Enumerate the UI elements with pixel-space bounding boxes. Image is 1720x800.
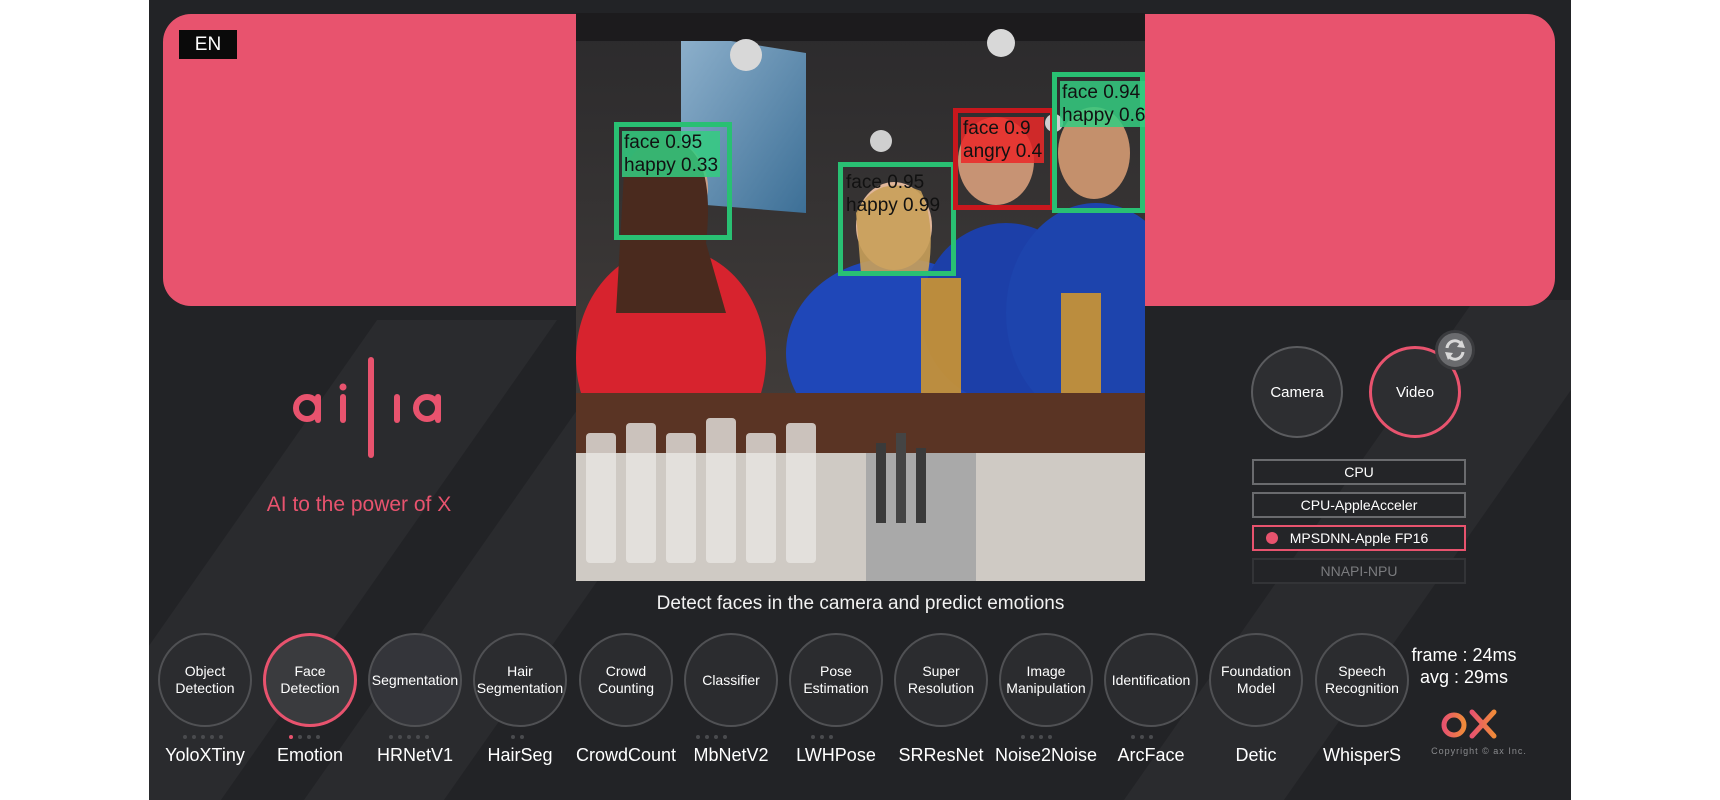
- emotion-score: happy 0.63: [1062, 105, 1145, 126]
- model-name-yoloxtiny[interactable]: YoloXTiny: [150, 745, 260, 766]
- refresh-glyph: [1445, 339, 1465, 361]
- task-object-detection[interactable]: Object Detection: [158, 633, 252, 727]
- copyright-text: Copyright © ax Inc.: [1431, 746, 1527, 756]
- model-page-dots: [511, 735, 524, 741]
- face-score: face 0.95: [846, 172, 925, 193]
- refresh-icon[interactable]: [1435, 330, 1475, 370]
- task-speech-recognition[interactable]: Speech Recognition: [1315, 633, 1409, 727]
- language-button[interactable]: EN: [179, 30, 237, 59]
- detection-label: face 0.9 angry 0.4: [961, 117, 1045, 163]
- backend-cpu[interactable]: CPU: [1252, 459, 1466, 485]
- detection-label: face 0.94 happy 0.63: [1060, 81, 1145, 127]
- camera-button[interactable]: Camera: [1251, 346, 1343, 438]
- face-box: face 0.95 happy 0.33: [614, 122, 732, 240]
- model-name-hairseg[interactable]: HairSeg: [465, 745, 575, 766]
- average-time: avg : 29ms: [1419, 667, 1509, 687]
- model-description: Detect faces in the camera and predict e…: [656, 593, 1065, 614]
- model-name-arcface[interactable]: ArcFace: [1096, 745, 1206, 766]
- task-crowd-counting[interactable]: Crowd Counting: [579, 633, 673, 727]
- face-score: face 0.94: [1062, 82, 1141, 103]
- model-page-dots: [696, 735, 727, 741]
- task-pose-estimation[interactable]: Pose Estimation: [789, 633, 883, 727]
- backend-label: MPSDNN-Apple FP16: [1289, 530, 1429, 546]
- selected-indicator-icon: [1266, 532, 1278, 544]
- face-box: face 0.9 angry 0.4: [953, 108, 1055, 210]
- task-foundation-model[interactable]: Foundation Model: [1209, 633, 1303, 727]
- task-classifier[interactable]: Classifier: [684, 633, 778, 727]
- task-image-manipulation[interactable]: Image Manipulation: [999, 633, 1093, 727]
- backend-mpsdnn[interactable]: MPSDNN-Apple FP16: [1252, 525, 1466, 551]
- emotion-score: happy 0.33: [624, 155, 719, 176]
- app-window: EN face 0.95 happy 0.33 face 0.95 happy …: [149, 0, 1571, 800]
- backend-cpu-apple-accelerate[interactable]: CPU-AppleAcceler: [1252, 492, 1466, 518]
- model-name-emotion[interactable]: Emotion: [255, 745, 365, 766]
- detection-label: face 0.95 happy 0.33: [622, 131, 721, 177]
- frame-time: frame : 24ms: [1411, 645, 1517, 665]
- model-page-dots: [811, 735, 833, 741]
- model-name-mbnetv2[interactable]: MbNetV2: [676, 745, 786, 766]
- model-name-lwhpose[interactable]: LWHPose: [781, 745, 891, 766]
- model-name-hrnetv1[interactable]: HRNetV1: [360, 745, 470, 766]
- detection-label: face 0.95 happy 0.99: [846, 171, 940, 217]
- model-name-srresnet[interactable]: SRResNet: [886, 745, 996, 766]
- model-name-detic[interactable]: Detic: [1201, 745, 1311, 766]
- face-score: face 0.95: [624, 132, 703, 153]
- performance-stats: frame : 24ms avg : 29ms: [1399, 644, 1529, 688]
- task-hair-segmentation[interactable]: Hair Segmentation: [473, 633, 567, 727]
- model-page-dots: [1131, 735, 1153, 741]
- model-name-whispers[interactable]: WhisperS: [1307, 745, 1417, 766]
- task-face-detection[interactable]: Face Detection: [263, 633, 357, 727]
- video-preview: face 0.95 happy 0.33 face 0.95 happy 0.9…: [576, 13, 1145, 581]
- task-segmentation[interactable]: Segmentation: [368, 633, 462, 727]
- ax-logo: [1441, 709, 1497, 739]
- tagline: AI to the power of X: [266, 493, 452, 516]
- model-page-dots: [1021, 735, 1052, 741]
- task-identification[interactable]: Identification: [1104, 633, 1198, 727]
- emotion-score: happy 0.99: [846, 195, 941, 216]
- task-super-resolution[interactable]: Super Resolution: [894, 633, 988, 727]
- face-box: face 0.95 happy 0.99: [838, 162, 956, 276]
- face-score: face 0.9: [963, 118, 1031, 139]
- model-name-crowdcount[interactable]: CrowdCount: [571, 745, 681, 766]
- backend-nnapi-npu[interactable]: NNAPI-NPU: [1252, 558, 1466, 584]
- face-box: face 0.94 happy 0.63: [1052, 72, 1145, 213]
- model-page-dots: [183, 735, 223, 741]
- ailia-logo: [293, 357, 441, 458]
- model-page-dots: [289, 735, 320, 741]
- emotion-score: angry 0.4: [963, 141, 1043, 162]
- model-name-noise2noise[interactable]: Noise2Noise: [991, 745, 1101, 766]
- model-page-dots: [389, 735, 429, 741]
